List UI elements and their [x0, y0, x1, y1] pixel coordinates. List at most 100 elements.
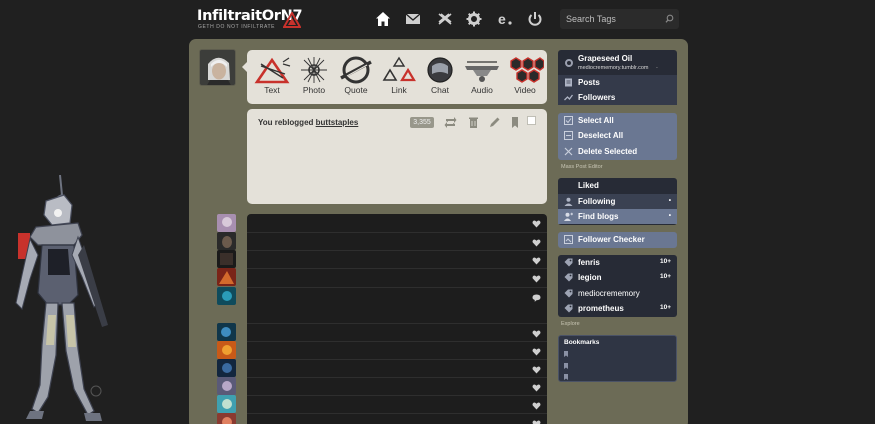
like-heart-icon[interactable]: [532, 348, 541, 356]
mail-icon[interactable]: [405, 11, 421, 27]
like-heart-icon[interactable]: [532, 330, 541, 338]
mass-post-editor-link[interactable]: Mass Post Editor: [561, 164, 603, 170]
delete-selected-button[interactable]: Delete Selected: [558, 144, 677, 159]
feed-post[interactable]: [247, 360, 547, 378]
like-heart-icon[interactable]: [532, 384, 541, 392]
sidebar-item-liked[interactable]: Liked: [558, 178, 677, 193]
post-text-button[interactable]: Text: [250, 54, 294, 100]
xkit-icon[interactable]: [437, 11, 453, 27]
search-icon[interactable]: [665, 14, 674, 23]
feed-avatar[interactable]: [217, 395, 236, 413]
like-heart-icon[interactable]: [532, 275, 541, 283]
bookmark-icon[interactable]: [508, 116, 521, 129]
feed-avatar[interactable]: [217, 377, 236, 395]
feed-post[interactable]: [247, 378, 547, 396]
home-icon[interactable]: [375, 11, 391, 27]
bookmark-icon[interactable]: [564, 363, 568, 369]
blog-url[interactable]: mediocrememory.tumblr.com: [578, 65, 649, 71]
reblog-icon[interactable]: [444, 116, 457, 129]
logo[interactable]: InfiltraitOrN7 GETH DO NOT INFILTRATE: [197, 8, 307, 32]
feed-avatar[interactable]: [217, 268, 236, 286]
reply-bubble-icon[interactable]: [532, 294, 541, 302]
post-link-button[interactable]: Link: [377, 54, 421, 100]
explore-link[interactable]: Explore: [561, 321, 580, 327]
mass-editor-panel: Select All Deselect All Delete Selected: [558, 113, 677, 160]
feed-post[interactable]: [247, 214, 547, 233]
search-input[interactable]: [560, 9, 660, 29]
like-heart-icon[interactable]: [532, 402, 541, 410]
gear-icon[interactable]: [466, 11, 482, 27]
select-all-icon: [564, 116, 573, 125]
post-quote-button[interactable]: Quote: [334, 54, 378, 100]
find-blogs-expand-icon[interactable]: •: [669, 212, 671, 219]
select-checkbox[interactable]: [526, 115, 539, 128]
deselect-all-button[interactable]: Deselect All: [558, 128, 677, 143]
feed-avatar[interactable]: [217, 413, 236, 424]
note-count-badge[interactable]: 3,355: [410, 117, 434, 128]
reblogged-blog-link[interactable]: buttstaples: [316, 118, 359, 127]
trash-icon[interactable]: [467, 116, 480, 129]
feed-post[interactable]: [247, 396, 547, 414]
posts-icon: [565, 78, 572, 87]
user-icon: [564, 197, 573, 206]
photo-icon: [301, 57, 327, 83]
blog-dropdown-icon[interactable]: -: [656, 65, 658, 71]
avatar-image: [200, 50, 235, 85]
post-photo-button[interactable]: Photo: [292, 54, 336, 100]
like-heart-icon[interactable]: [532, 239, 541, 247]
tag-count: 10+: [659, 258, 671, 265]
sidebar-item-following[interactable]: Following •: [558, 194, 677, 209]
tag-icon: [564, 273, 573, 282]
following-expand-icon[interactable]: •: [669, 197, 671, 204]
social-panel: Liked Following • Find blogs •: [558, 178, 677, 225]
like-heart-icon[interactable]: [532, 220, 541, 228]
chat-icon: [427, 57, 453, 83]
feed-avatar[interactable]: [217, 341, 236, 359]
sidebar-item-label: Following: [578, 197, 616, 206]
follower-checker-button[interactable]: Follower Checker: [558, 232, 677, 248]
tag-item[interactable]: fenris 10+: [558, 255, 677, 270]
feed-avatar[interactable]: [217, 232, 236, 250]
e-icon[interactable]: e: [497, 11, 513, 27]
post-chat-button[interactable]: Chat: [418, 54, 462, 100]
sidebar-item-followers[interactable]: Followers: [558, 90, 677, 105]
avatar[interactable]: [199, 49, 236, 86]
tag-count: 10+: [659, 304, 671, 311]
tag-item[interactable]: prometheus 10+: [558, 301, 677, 316]
sidebar-item-find-blogs[interactable]: Find blogs •: [558, 209, 677, 224]
link-icon: [382, 56, 416, 82]
feed-post[interactable]: [247, 269, 547, 288]
post-audio-button[interactable]: Audio: [460, 54, 504, 100]
sidebar-item-label: Posts: [578, 78, 600, 87]
tag-item[interactable]: mediocrememory: [558, 286, 677, 301]
tracked-tags-panel: fenris 10+ legion 10+ mediocrememory pro…: [558, 255, 677, 317]
feed-avatar[interactable]: [217, 359, 236, 377]
notification-card: You reblogged buttstaples 3,355: [247, 109, 547, 204]
feed-avatar[interactable]: [217, 214, 236, 232]
like-heart-icon[interactable]: [532, 366, 541, 374]
bookmark-icon[interactable]: [564, 374, 568, 380]
edit-pencil-icon[interactable]: [488, 116, 501, 129]
tag-item[interactable]: legion 10+: [558, 270, 677, 285]
blog-gear-icon[interactable]: [564, 58, 574, 68]
feed-avatar[interactable]: [217, 323, 236, 341]
feed-post[interactable]: [247, 414, 547, 424]
blog-name[interactable]: Grapeseed Oil: [578, 54, 632, 63]
feed-post[interactable]: [247, 251, 547, 269]
feed-avatar[interactable]: [217, 287, 236, 305]
sidebar-item-posts[interactable]: Posts: [558, 75, 677, 90]
like-heart-icon[interactable]: [532, 257, 541, 265]
search-box: [560, 9, 679, 29]
text-icon: [254, 57, 291, 84]
feed-post[interactable]: [247, 233, 547, 251]
power-icon[interactable]: [527, 11, 543, 27]
feed-post[interactable]: [247, 324, 547, 342]
feed-avatar[interactable]: [217, 250, 236, 268]
feed-post[interactable]: [247, 288, 547, 324]
deselect-all-icon: [564, 131, 573, 140]
select-all-button[interactable]: Select All: [558, 113, 677, 128]
post-video-button[interactable]: Video: [503, 54, 547, 100]
feed-post[interactable]: [247, 342, 547, 360]
bookmark-icon[interactable]: [564, 351, 568, 357]
like-heart-icon[interactable]: [532, 420, 541, 424]
